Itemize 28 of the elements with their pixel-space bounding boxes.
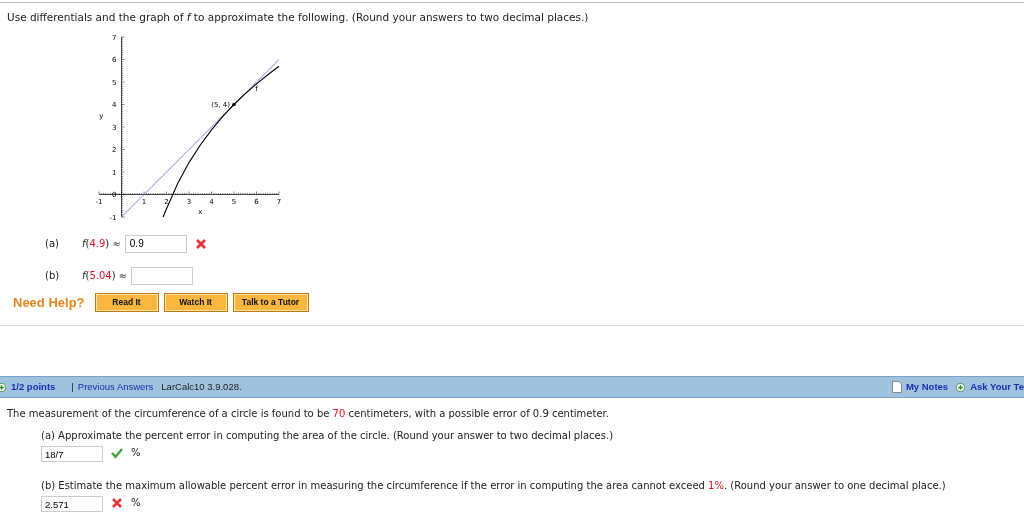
- part-prompt: (a) Approximate the percent error in computing the area of the circle. (Round your answer to two decimal places.): [41, 429, 615, 444]
- ask-teacher-link[interactable]: Ask Your Te: [970, 380, 1024, 395]
- points-label: 1/2 points: [11, 380, 56, 395]
- help-button[interactable]: Watch It: [163, 293, 228, 312]
- separator-text: |: [71, 380, 74, 395]
- note-icon[interactable]: [891, 381, 902, 394]
- part-label: (b): [45, 269, 61, 284]
- help-button[interactable]: Talk to a Tutor: [232, 293, 309, 312]
- answer-field[interactable]: 18/7: [41, 446, 103, 463]
- problem-code: LarCalc10 3.9.028.: [161, 380, 242, 395]
- my-notes-link[interactable]: My Notes: [905, 380, 949, 395]
- help-button[interactable]: Read It: [94, 293, 159, 312]
- function-label: f(5.04) ≈: [82, 269, 128, 284]
- plus-icon[interactable]: [0, 382, 6, 392]
- point-dot: [232, 102, 236, 107]
- need-help-label: Need Help?: [13, 293, 85, 312]
- previous-answers-link[interactable]: Previous Answers: [77, 380, 154, 395]
- answer-field[interactable]: 2.571: [41, 496, 103, 513]
- unit-label: %: [131, 496, 141, 511]
- answer-field[interactable]: [131, 266, 194, 285]
- answer-field[interactable]: 0.9: [124, 234, 187, 253]
- function-label: f(4.9) ≈: [82, 237, 121, 252]
- instructions-text: Use differentials and the graph of f to approximate the following. (Round your answers to two decimal places.): [6, 10, 590, 25]
- unit-label: %: [131, 446, 141, 461]
- part-label: (a): [45, 237, 60, 252]
- part-prompt: (b) Estimate the maximum allowable percent error in measuring the circumference if the error in computing the area cannot exceed 1%. (Round your answer to one decimal place.): [41, 479, 947, 494]
- problem-statement: The measurement of the circumference of a circle is found to be 70 centimeters, with a possible error of 0.9 centimeter.: [6, 407, 610, 422]
- plus-icon[interactable]: [956, 382, 966, 392]
